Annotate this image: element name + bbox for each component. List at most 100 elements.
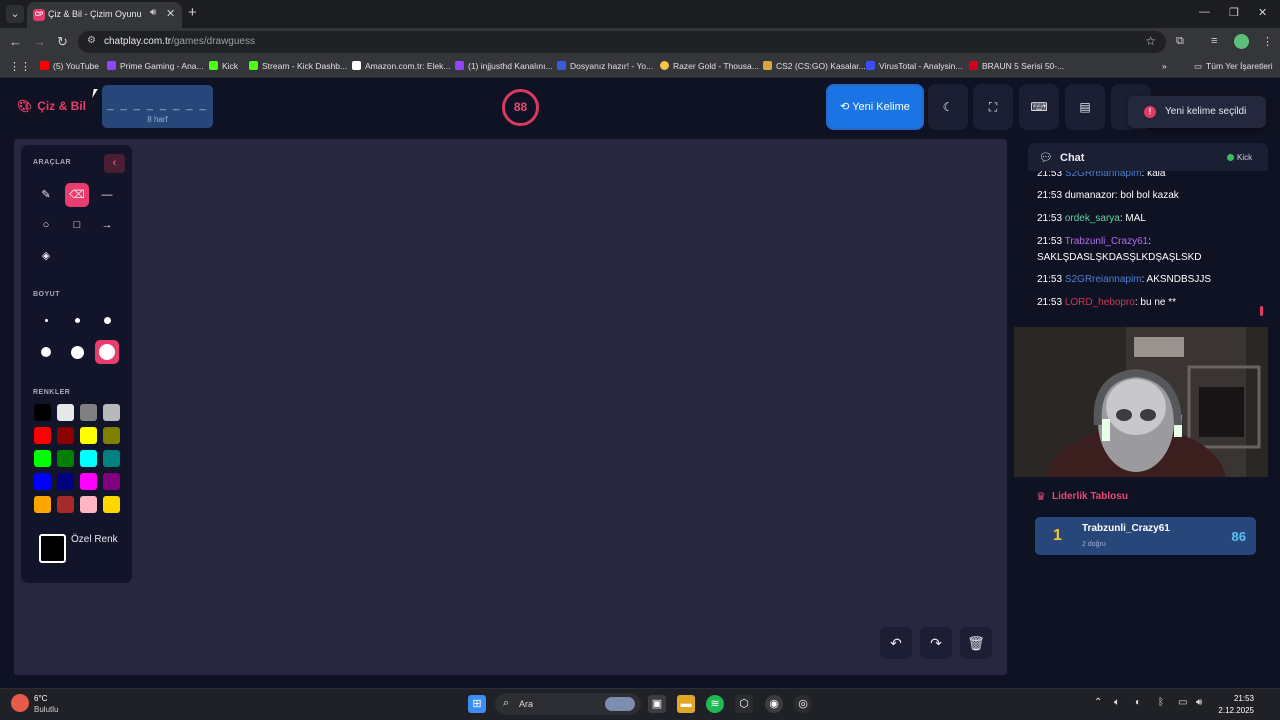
collapse-panel-button[interactable]: ‹ <box>104 154 125 173</box>
apps-grid-icon[interactable]: ⋮⋮ <box>9 60 31 73</box>
color-swatch[interactable] <box>57 427 74 444</box>
new-tab-button[interactable]: + <box>188 4 197 21</box>
chrome-icon[interactable]: ◉ <box>765 695 783 713</box>
color-swatch[interactable] <box>57 473 74 490</box>
app-tray-icon[interactable]: ◐ <box>1135 697 1141 708</box>
bookmark-item[interactable]: (1) injjusthd Kanalını... <box>455 61 553 71</box>
bookmark-star-icon[interactable]: ☆ <box>1145 34 1156 48</box>
color-swatch[interactable] <box>103 496 120 513</box>
bluetooth-tray-icon[interactable]: ᛒ <box>1158 697 1164 708</box>
browser-tab[interactable]: CP Çiz & Bil - Çizim Oyunu 🔊︎ ✕ <box>27 2 182 28</box>
maximize-icon[interactable]: ❐ <box>1229 6 1239 19</box>
eraser-tool-icon[interactable]: ⌫ <box>65 183 89 207</box>
new-word-button[interactable]: ⟲ Yeni Kelime <box>826 84 924 130</box>
palette-icon: 🎨︎ <box>17 99 33 113</box>
keyboard-button[interactable]: ⌨ <box>1019 84 1059 130</box>
bookmark-item[interactable]: (5) YouTube <box>40 61 99 71</box>
color-swatch[interactable] <box>103 427 120 444</box>
color-swatch[interactable] <box>80 427 97 444</box>
color-swatch[interactable] <box>103 450 120 467</box>
rectangle-tool-icon[interactable]: □ <box>65 213 89 237</box>
size-option-5[interactable] <box>65 340 89 364</box>
bookmark-item[interactable]: Stream - Kick Dashb... <box>249 61 347 71</box>
color-swatch[interactable] <box>57 404 74 421</box>
tray-overflow-icon[interactable]: ⌃ <box>1094 697 1102 708</box>
archive-button[interactable]: ▤ <box>1065 84 1105 130</box>
close-tab-icon[interactable]: ✕ <box>166 7 175 20</box>
color-swatch[interactable] <box>57 450 74 467</box>
clear-canvas-button[interactable]: 🗑︎ <box>960 627 992 659</box>
chat-scrollbar[interactable] <box>1260 306 1263 316</box>
profile-avatar[interactable] <box>1234 34 1249 49</box>
drawing-canvas[interactable] <box>14 139 1007 675</box>
speaker-tray-icon[interactable]: 🔊︎ <box>1196 697 1202 708</box>
app-icon[interactable]: ⬡ <box>735 695 753 713</box>
circle-tool-icon[interactable]: ○ <box>34 213 58 237</box>
bookmark-item[interactable]: Razer Gold - Thousa... <box>660 61 759 71</box>
reload-icon[interactable]: ↻ <box>57 34 68 50</box>
all-bookmarks-folder[interactable]: ▭ Tüm Yer İşaretleri <box>1194 61 1273 72</box>
bookmark-item[interactable]: Amazon.com.tr: Elek... <box>352 61 451 71</box>
spotify-icon[interactable]: ≋ <box>706 695 724 713</box>
volume-tray-icon[interactable]: 🔈︎ <box>1114 697 1120 708</box>
color-swatch[interactable] <box>80 496 97 513</box>
close-window-icon[interactable]: ✕ <box>1258 6 1267 19</box>
tab-search-button[interactable]: ⌄ <box>6 5 24 23</box>
bookmarks-overflow-icon[interactable]: » <box>1162 61 1167 71</box>
size-option-2[interactable] <box>65 308 89 332</box>
file-explorer-icon[interactable]: ▬ <box>677 695 695 713</box>
weather-temperature: 6°C <box>34 694 48 703</box>
size-option-3[interactable] <box>95 308 119 332</box>
fullscreen-button[interactable]: ⛶ <box>973 84 1013 130</box>
undo-button[interactable]: ↶ <box>880 627 912 659</box>
bookmark-item[interactable]: CS2 (CS:GO) Kasalar... <box>763 61 866 71</box>
bookmark-item[interactable]: BRAUN 5 Serisi 50-... <box>969 61 1064 71</box>
color-swatch[interactable] <box>103 404 120 421</box>
brush-tool-icon[interactable]: ✎ <box>34 183 58 207</box>
back-icon[interactable]: ← <box>9 34 22 49</box>
tool-panel: ARAÇLAR ‹ ✎ ⌫ — ○ □ → ◈ BOYUT RENKLER Öz… <box>21 145 132 583</box>
extensions-icon[interactable]: ⧉ <box>1176 35 1184 48</box>
weather-icon[interactable] <box>11 694 29 712</box>
color-swatch[interactable] <box>34 427 51 444</box>
site-info-icon[interactable]: ⚙ <box>87 35 96 46</box>
brand-logo[interactable]: 🎨︎ Çiz & Bil <box>17 99 86 113</box>
color-swatch[interactable] <box>34 450 51 467</box>
line-tool-icon[interactable]: — <box>95 183 119 207</box>
color-swatch[interactable] <box>34 496 51 513</box>
windows-start-icon[interactable]: ⊞ <box>468 695 486 713</box>
color-swatch[interactable] <box>34 404 51 421</box>
clock-time[interactable]: 21:53 <box>1230 694 1254 703</box>
browser-menu-icon[interactable]: ⋮ <box>1262 35 1273 48</box>
taskbar-search[interactable]: ⌕ Ara <box>495 693 641 715</box>
custom-color-picker[interactable] <box>39 534 66 563</box>
speaker-icon[interactable]: 🔊︎ <box>150 7 156 18</box>
url-text[interactable]: chatplay.com.tr/games/drawguess <box>104 36 255 47</box>
media-control-icon[interactable]: ≡ <box>1211 35 1217 47</box>
dark-mode-button[interactable]: ☾ <box>928 84 968 130</box>
task-view-icon[interactable]: ▣ <box>648 695 666 713</box>
bookmark-item[interactable]: VirusTotal - Analysin... <box>866 61 962 71</box>
arrow-tool-icon[interactable]: → <box>95 213 119 237</box>
clock-date[interactable]: 2.12.2025 <box>1216 706 1254 715</box>
url-bar[interactable]: ⚙ chatplay.com.tr/games/drawguess ☆ <box>78 31 1166 53</box>
size-option-4[interactable] <box>34 340 58 364</box>
minimize-icon[interactable]: — <box>1199 6 1210 18</box>
forward-icon[interactable]: → <box>33 34 46 49</box>
size-option-6[interactable] <box>95 340 119 364</box>
color-swatch[interactable] <box>57 496 74 513</box>
obs-icon[interactable]: ◎ <box>794 695 812 713</box>
bookmark-item[interactable]: Kick <box>209 61 238 71</box>
fill-bucket-tool-icon[interactable]: ◈ <box>34 244 58 268</box>
bookmark-item[interactable]: Prime Gaming - Ana... <box>107 61 204 71</box>
redo-button[interactable]: ↷ <box>920 627 952 659</box>
color-swatch[interactable] <box>80 473 97 490</box>
color-swatch[interactable] <box>80 404 97 421</box>
color-swatch[interactable] <box>103 473 120 490</box>
color-swatch[interactable] <box>34 473 51 490</box>
color-swatch[interactable] <box>80 450 97 467</box>
size-option-1[interactable] <box>34 308 58 332</box>
network-tray-icon[interactable]: ▭ <box>1178 697 1187 708</box>
bookmark-item[interactable]: Dosyanız hazır! - Yo... <box>557 61 653 71</box>
chat-messages[interactable]: 21:53 S2GRreiannapim: kala 21:53 dumanaz… <box>1028 171 1262 320</box>
